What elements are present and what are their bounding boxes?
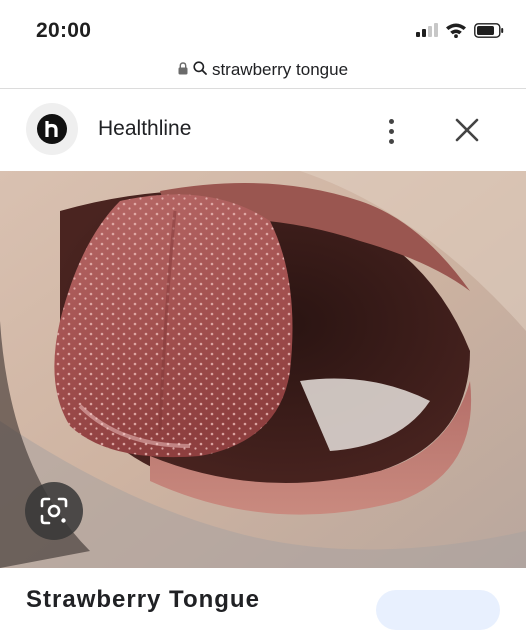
more-vert-icon[interactable]	[378, 111, 404, 151]
lock-icon	[178, 60, 188, 80]
result-title: Strawberry Tongue	[26, 586, 260, 613]
visit-button[interactable]	[376, 590, 500, 630]
source-name[interactable]: Healthline	[98, 117, 191, 141]
lens-icon[interactable]	[25, 482, 83, 540]
close-icon[interactable]	[450, 113, 484, 147]
status-time: 20:00	[36, 19, 92, 42]
status-icons	[416, 22, 504, 43]
source-header: Healthline	[0, 89, 526, 171]
wifi-icon	[445, 22, 467, 43]
search-icon	[193, 60, 207, 80]
healthline-logo[interactable]	[26, 103, 78, 155]
address-bar[interactable]: strawberry tongue	[0, 52, 526, 88]
battery-icon	[474, 22, 504, 43]
search-query: strawberry tongue	[211, 60, 349, 79]
cellular-signal-icon	[416, 23, 438, 42]
status-bar: 20:00	[0, 0, 526, 52]
